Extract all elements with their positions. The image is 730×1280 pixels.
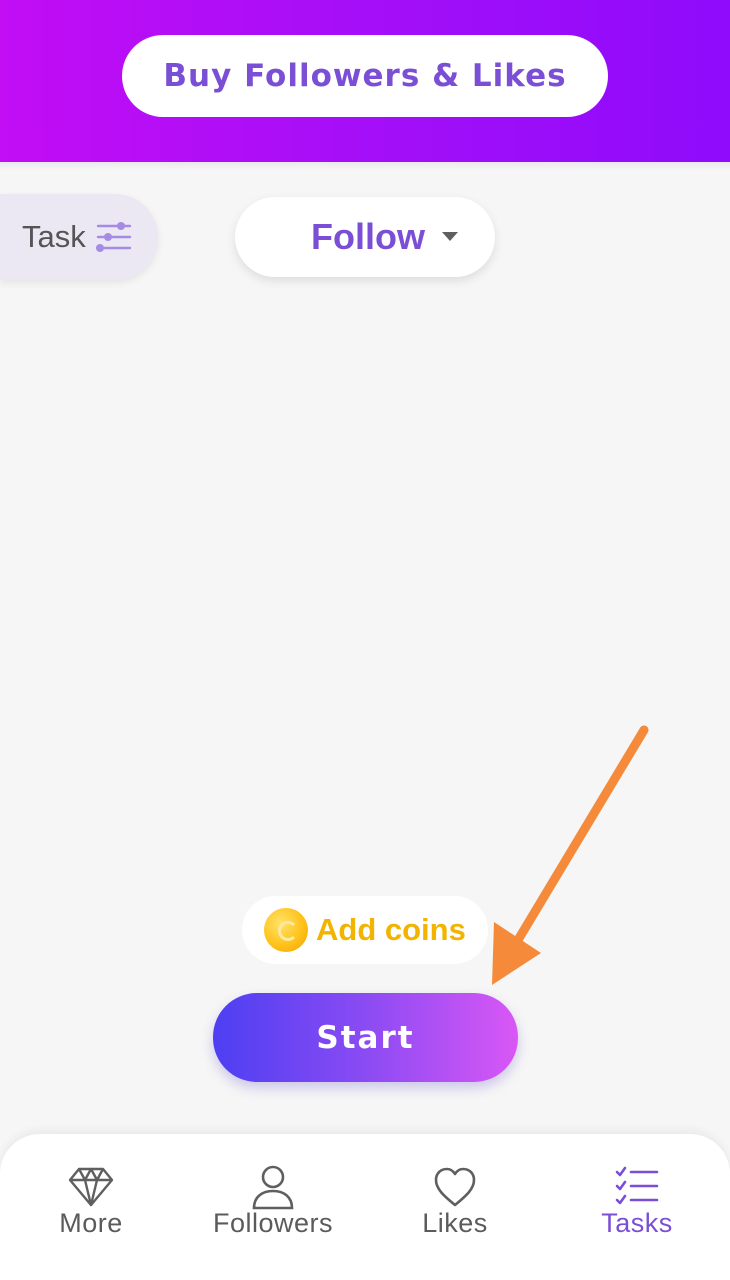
- diamond-icon: [68, 1167, 114, 1207]
- nav-item-more[interactable]: More: [0, 1134, 182, 1280]
- person-icon: [252, 1165, 294, 1210]
- nav-label-likes: Likes: [422, 1208, 488, 1238]
- coin-icon: [264, 908, 308, 952]
- task-filter-label: Task: [22, 219, 86, 254]
- start-button[interactable]: Start: [213, 993, 518, 1082]
- task-type-selected: Follow: [311, 216, 425, 257]
- nav-item-followers[interactable]: Followers: [182, 1134, 364, 1280]
- arrow-annotation: [492, 725, 649, 985]
- nav-label-more: More: [59, 1208, 123, 1238]
- task-type-dropdown[interactable]: Follow: [235, 197, 495, 277]
- nav-label-followers: Followers: [212, 1208, 334, 1238]
- nav-item-likes[interactable]: Likes: [364, 1134, 546, 1280]
- task-filter-button[interactable]: Task: [0, 194, 158, 280]
- header-shadow: [0, 162, 730, 170]
- bottom-navigation: More Followers Likes Tasks: [0, 1134, 730, 1280]
- add-coins-button[interactable]: Add coins: [242, 896, 488, 964]
- checklist-icon: [615, 1166, 659, 1205]
- add-coins-label: Add coins: [316, 912, 466, 947]
- sliders-icon: [95, 222, 131, 252]
- nav-item-tasks[interactable]: Tasks: [546, 1134, 728, 1280]
- chevron-down-icon: [442, 232, 458, 241]
- buy-followers-likes-button[interactable]: Buy Followers & Likes: [122, 35, 608, 117]
- nav-label-tasks: Tasks: [601, 1208, 673, 1238]
- heart-icon: [434, 1167, 476, 1207]
- app-header: Buy Followers & Likes: [0, 0, 730, 162]
